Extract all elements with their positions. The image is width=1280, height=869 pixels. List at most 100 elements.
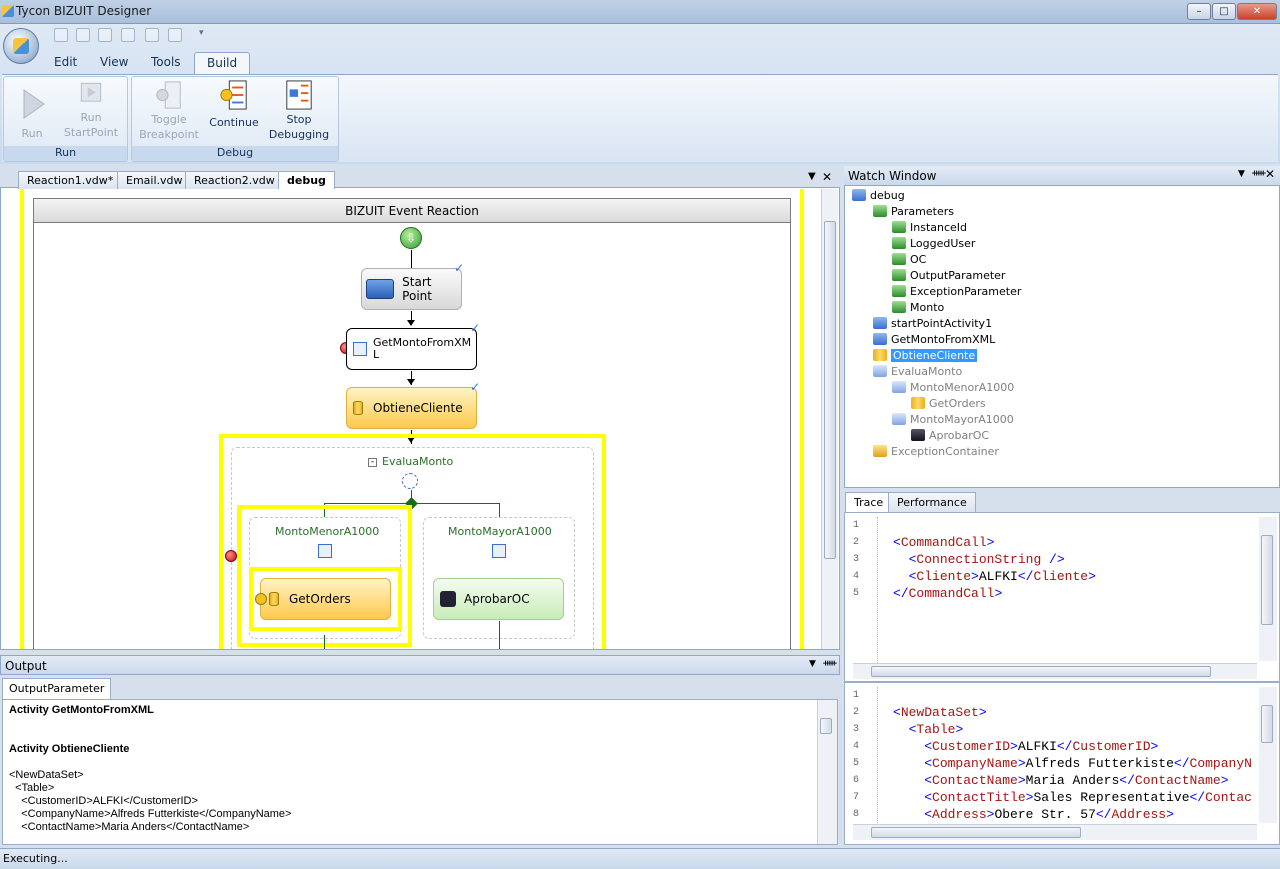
output-line: Activity ObtieneCliente bbox=[9, 743, 130, 755]
watch-tree-item[interactable]: startPointActivity1 bbox=[852, 316, 1272, 332]
stop-debugging-button[interactable]: Stop Debugging bbox=[266, 80, 332, 142]
stop-debugging-label-2: Debugging bbox=[268, 128, 330, 141]
scroll-thumb[interactable] bbox=[824, 221, 836, 559]
watch-tree-item[interactable]: LoggedUser bbox=[852, 236, 1272, 252]
parameter-icon bbox=[892, 285, 906, 297]
quick-access-dropdown-icon[interactable]: ▾ bbox=[199, 28, 204, 38]
watch-tree-item[interactable]: OutputParameter bbox=[852, 268, 1272, 284]
watch-tree-item[interactable]: InstanceId bbox=[852, 220, 1272, 236]
trace-response-vertical-scrollbar[interactable] bbox=[1259, 687, 1277, 823]
workflow-canvas[interactable]: BIZUIT Event Reaction ⇩ Start Point ✓ Ge… bbox=[2, 189, 820, 649]
close-button[interactable]: ✕ bbox=[1237, 3, 1277, 20]
code-line: <Cliente>ALFKI</Cliente> bbox=[908, 569, 1096, 584]
trace-request-vertical-scrollbar[interactable] bbox=[1259, 517, 1277, 661]
toggle-breakpoint-button[interactable]: Toggle Breakpoint bbox=[138, 80, 200, 142]
tab-reaction2[interactable]: Reaction2.vdw bbox=[185, 171, 284, 189]
save-icon[interactable] bbox=[98, 28, 112, 42]
designer-vertical-scrollbar[interactable] bbox=[821, 189, 838, 649]
continue-button[interactable]: Continue bbox=[206, 80, 262, 130]
tab-trace[interactable]: Trace bbox=[845, 492, 893, 512]
watch-tree-item[interactable]: AprobarOC bbox=[852, 428, 1272, 444]
line-number: 2 bbox=[853, 707, 860, 718]
watch-tree-item[interactable]: ExceptionParameter bbox=[852, 284, 1272, 300]
activity-icon bbox=[873, 317, 887, 329]
tab-performance[interactable]: Performance bbox=[888, 492, 976, 512]
approve-icon bbox=[440, 591, 456, 607]
output-text-area[interactable]: Activity GetMontoFromXML Activity Obtien… bbox=[2, 699, 838, 845]
watch-tree-item[interactable]: ExceptionContainer bbox=[852, 444, 1272, 460]
save-all-icon[interactable] bbox=[121, 28, 135, 42]
tab-reaction1[interactable]: Reaction1.vdw* bbox=[18, 171, 123, 189]
minimize-button[interactable]: – bbox=[1187, 3, 1211, 20]
pin-icon[interactable]: ᚔ bbox=[823, 658, 837, 669]
watch-tree-item[interactable]: debug bbox=[852, 188, 1272, 204]
new-file-icon[interactable] bbox=[54, 28, 68, 42]
tab-list-dropdown-icon[interactable]: ▼ bbox=[808, 171, 816, 182]
watch-tree-item-label: Parameters bbox=[891, 205, 954, 218]
run-startpoint-button[interactable]: Run StartPoint bbox=[62, 80, 120, 140]
output-line: Activity GetMontoFromXML bbox=[9, 704, 154, 716]
line-number: 2 bbox=[853, 537, 860, 548]
start-point-activity[interactable]: Start Point bbox=[361, 268, 462, 310]
tab-debug[interactable]: debug bbox=[278, 171, 335, 190]
maximize-button[interactable]: □ bbox=[1212, 3, 1236, 20]
get-monto-from-xml-activity[interactable]: GetMontoFromXM L bbox=[346, 328, 477, 370]
run-startpoint-icon[interactable] bbox=[168, 28, 182, 42]
tab-email[interactable]: Email.vdw bbox=[117, 171, 192, 189]
watch-tree-item[interactable]: GetMontoFromXML bbox=[852, 332, 1272, 348]
stop-debugging-icon bbox=[286, 80, 312, 110]
play-icon[interactable] bbox=[145, 28, 159, 42]
breakpoint-icon[interactable] bbox=[225, 550, 237, 562]
collapse-evalua-monto-icon[interactable]: - bbox=[368, 458, 377, 467]
app-icon bbox=[2, 5, 14, 17]
watch-tree-item[interactable]: Parameters bbox=[852, 204, 1272, 220]
aprobar-oc-activity[interactable]: AprobarOC bbox=[433, 578, 564, 620]
parameter-icon bbox=[892, 237, 906, 249]
close-document-icon[interactable]: ✕ bbox=[822, 170, 832, 184]
obtiene-cliente-activity[interactable]: ObtieneCliente bbox=[346, 387, 477, 429]
watch-tree[interactable]: debug Parameters InstanceId LoggedUser OC Out… bbox=[852, 188, 1272, 484]
watch-tree-item-label: debug bbox=[870, 189, 905, 202]
run-label: Run bbox=[21, 127, 43, 140]
run-startpoint-label-1: Run bbox=[80, 111, 102, 124]
watch-tree-item[interactable]: GetOrders bbox=[852, 396, 1272, 412]
tab-edit[interactable]: Edit bbox=[42, 52, 89, 74]
watch-tree-item[interactable]: Monto bbox=[852, 300, 1272, 316]
parameter-icon bbox=[892, 253, 906, 265]
output-line: <NewDataSet> bbox=[9, 769, 84, 781]
run-button[interactable]: Run bbox=[12, 80, 52, 141]
code-line: <CompanyName>Alfreds Futterkiste</Compan… bbox=[924, 756, 1252, 771]
watch-tree-item-label: GetOrders bbox=[929, 397, 986, 410]
output-vertical-scrollbar[interactable] bbox=[817, 700, 837, 844]
close-watch-icon[interactable]: ✕ bbox=[1265, 167, 1275, 181]
watch-tree-item[interactable]: MontoMayorA1000 bbox=[852, 412, 1272, 428]
run-group-label: Run bbox=[4, 146, 127, 161]
output-dropdown-icon[interactable]: ▼ bbox=[809, 659, 816, 669]
watch-tree-item-label: ExceptionContainer bbox=[891, 445, 999, 458]
trace-response-editor[interactable]: 1 2 3 4 5 6 7 8 <NewDataSet> <Table> <CustomerI… bbox=[844, 682, 1280, 845]
tab-build[interactable]: Build bbox=[194, 52, 251, 74]
watch-tree-item[interactable]: MontoMenorA1000 bbox=[852, 380, 1272, 396]
get-orders-activity[interactable]: GetOrders bbox=[255, 578, 391, 620]
trace-request-horizontal-scrollbar[interactable] bbox=[853, 663, 1257, 679]
tab-view[interactable]: View bbox=[88, 52, 140, 74]
open-folder-icon[interactable] bbox=[76, 28, 90, 42]
trace-response-horizontal-scrollbar[interactable] bbox=[853, 824, 1257, 840]
watch-window-title: Watch Window bbox=[848, 169, 937, 183]
approve-icon bbox=[911, 429, 925, 441]
watch-dropdown-icon[interactable]: ▼ bbox=[1238, 169, 1245, 179]
exception-icon bbox=[873, 445, 887, 457]
line-number: 4 bbox=[853, 571, 860, 582]
trace-request-editor[interactable]: 1 2 3 4 5 <CommandCall> <ConnectionString />… bbox=[844, 512, 1280, 682]
output-header: Output ▼ ᚔ bbox=[0, 655, 840, 675]
code-line: </CommandCall> bbox=[893, 586, 1003, 601]
pin-icon[interactable]: ᚔ bbox=[1252, 168, 1266, 179]
watch-tree-item[interactable]: OC bbox=[852, 252, 1272, 268]
application-menu-button[interactable] bbox=[3, 28, 39, 64]
watch-tree-item[interactable]: ObtieneCliente bbox=[852, 348, 1272, 364]
tab-output-parameter[interactable]: OutputParameter bbox=[2, 678, 112, 699]
watch-tree-item[interactable]: EvaluaMonto bbox=[852, 364, 1272, 380]
tab-tools[interactable]: Tools bbox=[139, 52, 193, 74]
